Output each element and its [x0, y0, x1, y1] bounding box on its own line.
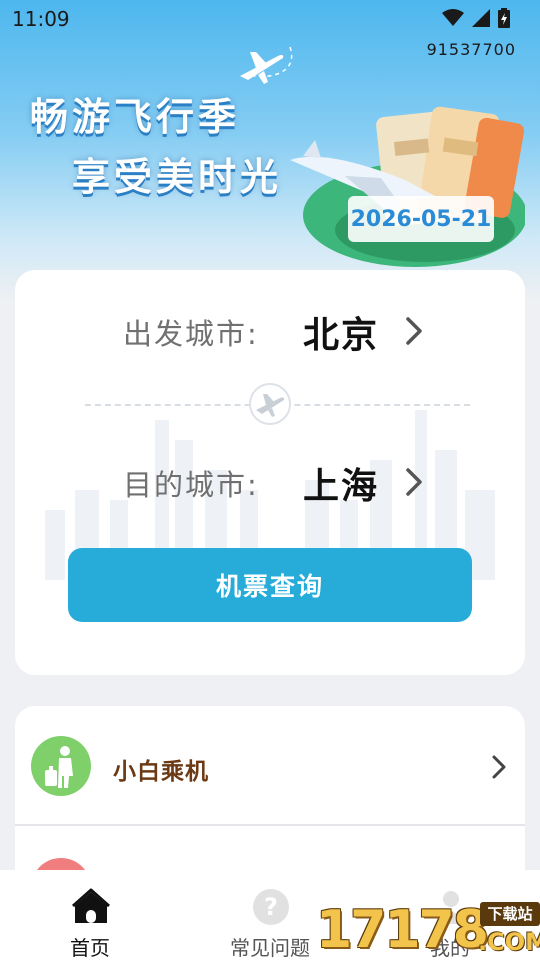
chevron-right-icon [406, 317, 422, 345]
watermark-digits: 17178 [316, 900, 489, 960]
flight-search-card: 出发城市: 北京 目的城市: 上海 机票查询 [15, 270, 525, 675]
battery-icon [498, 8, 510, 28]
status-number: 91537700 [426, 40, 516, 59]
airplane-tickets-illustration [290, 106, 525, 267]
slogan-line-2: 享受美时光 [72, 155, 283, 199]
question-icon: ? [253, 889, 289, 925]
slogan-line-1: 畅游飞行季 [30, 95, 241, 139]
watermark-site: 下载站 [480, 902, 540, 926]
menu-item-label: 小白乘机 [113, 759, 209, 785]
status-icons [442, 8, 510, 28]
departure-city: 北京 [303, 315, 380, 356]
departure-city-row[interactable]: 出发城市: 北京 [15, 302, 525, 362]
arrival-city: 上海 [303, 466, 380, 507]
wifi-icon [442, 9, 464, 26]
menu-item-beginner-guide[interactable]: 小白乘机 [15, 706, 525, 826]
svg-text:?: ? [264, 893, 278, 921]
nav-faq[interactable]: ? 常见问题 [210, 870, 330, 960]
watermark-suffix: .COM [478, 928, 540, 956]
status-bar: 11:09 91537700 [0, 0, 540, 59]
route-airplane-icon [249, 383, 291, 425]
chevron-right-icon [492, 755, 506, 779]
nav-home[interactable]: 首页 [30, 870, 150, 960]
traveler-luggage-icon [31, 736, 91, 796]
flight-search-button[interactable]: 机票查询 [68, 548, 472, 622]
arrival-city-row[interactable]: 目的城市: 上海 [15, 453, 525, 513]
departure-label: 出发城市: [123, 317, 259, 351]
nav-home-label: 首页 [70, 936, 110, 960]
signal-icon [472, 9, 490, 27]
small-airplane-icon [240, 52, 284, 84]
status-time: 11:09 [12, 7, 70, 31]
home-icon [72, 888, 110, 923]
date-badge: 2026-05-21 [348, 196, 494, 242]
site-watermark: 17178 下载站 .COM [316, 898, 540, 960]
arrival-label: 目的城市: [123, 468, 259, 502]
nav-faq-label: 常见问题 [230, 936, 310, 960]
chevron-right-icon [406, 468, 422, 496]
